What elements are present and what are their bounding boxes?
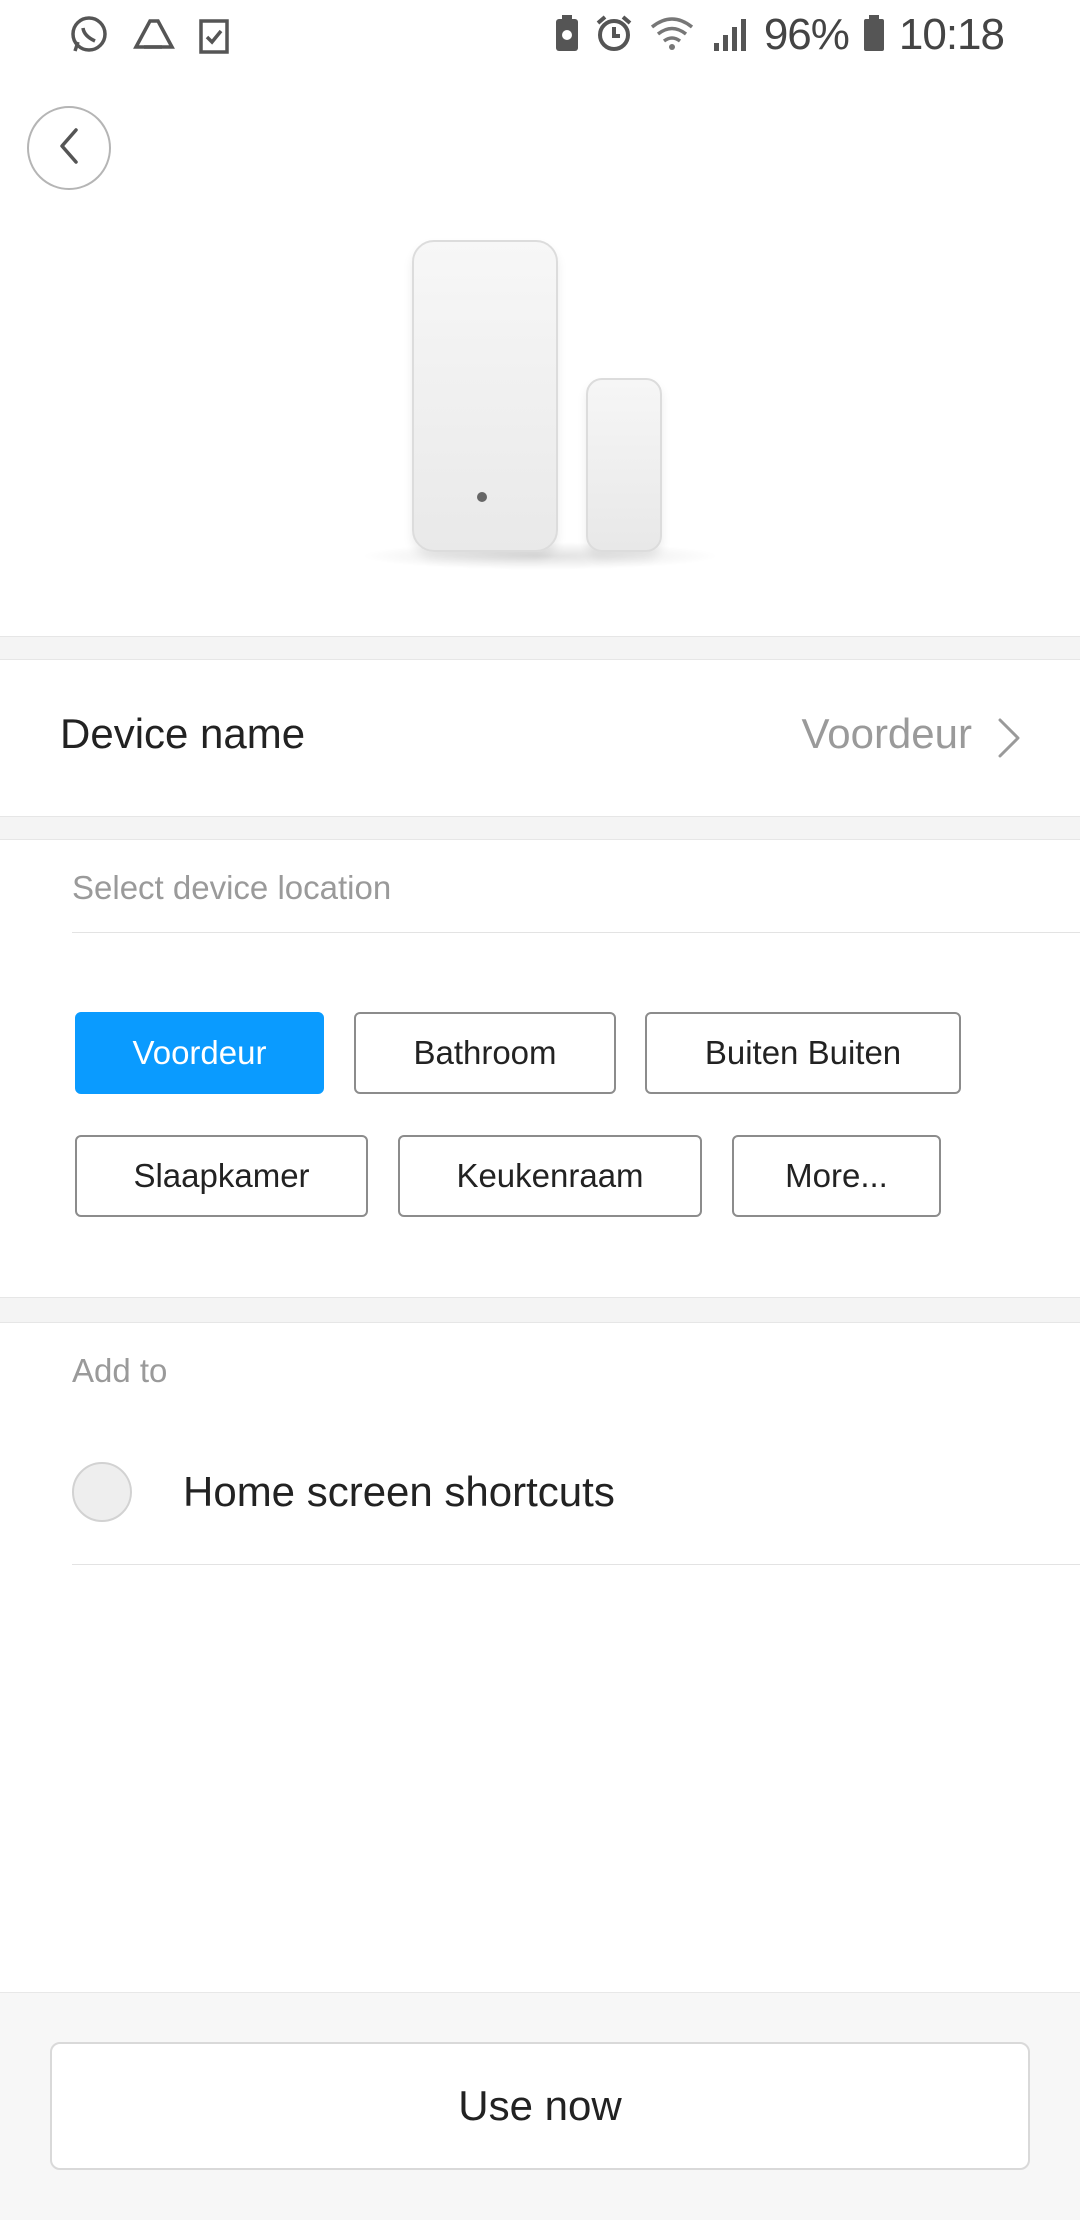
chevron-right-icon — [996, 716, 1022, 765]
section-divider — [0, 816, 1080, 840]
drive-icon — [132, 15, 176, 60]
location-chip-slaapkamer[interactable]: Slaapkamer — [75, 1135, 368, 1217]
status-bar-left — [68, 14, 230, 61]
location-section-title: Select device location — [72, 869, 392, 906]
signal-icon — [710, 13, 750, 58]
location-divider — [72, 932, 1080, 933]
device-name-row[interactable]: Device name Voordeur — [0, 660, 1080, 816]
back-button[interactable] — [27, 106, 111, 190]
device-name-value: Voordeur — [801, 710, 972, 757]
wifi-icon — [648, 13, 696, 58]
whatsapp-icon — [68, 14, 110, 61]
battery-saver-icon — [554, 13, 580, 58]
clock: 10:18 — [898, 10, 1005, 59]
status-bar-right: 96% 10:18 — [554, 10, 1005, 60]
add-to-divider — [72, 1564, 1080, 1565]
location-chip-bathroom[interactable]: Bathroom — [354, 1012, 616, 1094]
home-screen-shortcut-radio[interactable] — [72, 1462, 132, 1522]
battery-icon — [863, 13, 885, 58]
section-divider — [0, 1297, 1080, 1323]
home-screen-shortcut-label[interactable]: Home screen shortcuts — [183, 1468, 615, 1516]
sensor-led — [477, 492, 487, 502]
chevron-left-icon — [54, 126, 84, 171]
device-image — [340, 230, 740, 570]
location-chip-more[interactable]: More... — [732, 1135, 941, 1217]
status-bar: 96% 10:18 — [0, 0, 1080, 72]
clipboard-check-icon — [198, 15, 230, 60]
location-chip-voordeur[interactable]: Voordeur — [75, 1012, 324, 1094]
alarm-icon — [594, 13, 634, 58]
section-divider — [0, 636, 1080, 660]
add-to-section-title: Add to — [72, 1352, 168, 1389]
location-chip-buiten-buiten[interactable]: Buiten Buiten — [645, 1012, 961, 1094]
device-name-label: Device name — [60, 710, 306, 757]
door-sensor-main — [412, 240, 558, 552]
door-sensor-magnet — [586, 378, 662, 552]
location-chip-keukenraam[interactable]: Keukenraam — [398, 1135, 702, 1217]
use-now-button[interactable]: Use now — [50, 2042, 1030, 2170]
battery-percent: 96% — [763, 10, 850, 59]
